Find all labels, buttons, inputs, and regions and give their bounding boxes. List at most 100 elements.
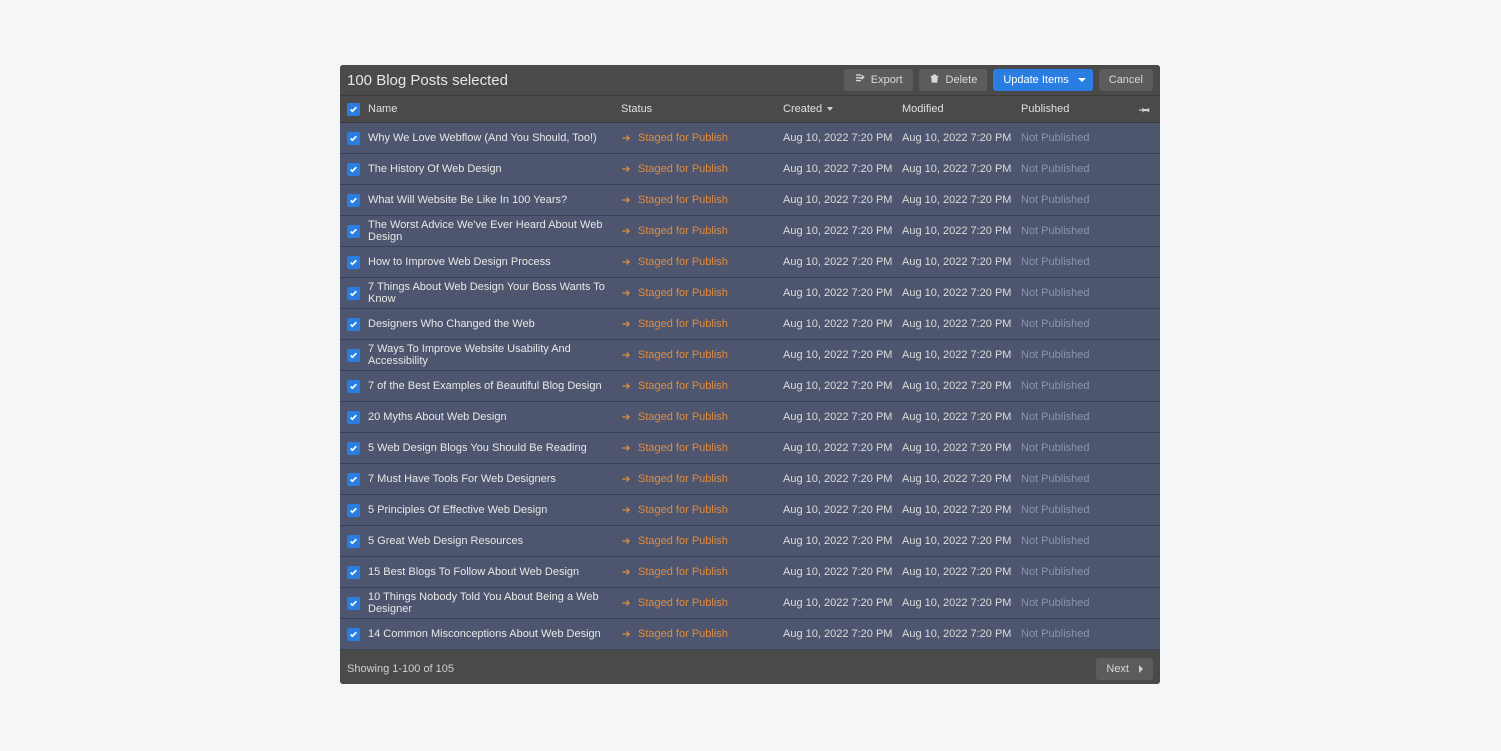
row-checkbox[interactable] (347, 194, 360, 207)
column-header-status[interactable]: Status (621, 103, 783, 115)
row-created: Aug 10, 2022 7:20 PM (783, 256, 902, 268)
table-row[interactable]: 14 Common Misconceptions About Web Desig… (340, 619, 1160, 650)
delete-button[interactable]: Delete (919, 69, 988, 91)
row-status: Staged for Publish (621, 287, 783, 299)
row-modified: Aug 10, 2022 7:20 PM (902, 411, 1021, 423)
row-created: Aug 10, 2022 7:20 PM (783, 132, 902, 144)
column-header-published[interactable]: Published (1021, 103, 1137, 115)
row-published: Not Published (1021, 504, 1137, 516)
column-header-created[interactable]: Created (783, 103, 902, 115)
table-row[interactable]: The History Of Web DesignStaged for Publ… (340, 154, 1160, 185)
row-published: Not Published (1021, 194, 1137, 206)
row-published: Not Published (1021, 256, 1137, 268)
row-published: Not Published (1021, 628, 1137, 640)
toolbar: 100 Blog Posts selected Export Delete Up… (340, 65, 1160, 95)
row-status: Staged for Publish (621, 194, 783, 206)
row-status: Staged for Publish (621, 411, 783, 423)
row-modified: Aug 10, 2022 7:20 PM (902, 318, 1021, 330)
update-items-label: Update Items (1003, 74, 1068, 86)
row-status: Staged for Publish (621, 256, 783, 268)
row-modified: Aug 10, 2022 7:20 PM (902, 597, 1021, 609)
row-status: Staged for Publish (621, 318, 783, 330)
pagination-summary: Showing 1-100 of 105 (347, 663, 454, 675)
update-items-button[interactable]: Update Items (993, 69, 1092, 91)
row-created: Aug 10, 2022 7:20 PM (783, 535, 902, 547)
select-all-checkbox[interactable] (347, 103, 360, 116)
table-row[interactable]: 5 Principles Of Effective Web DesignStag… (340, 495, 1160, 526)
row-name: Designers Who Changed the Web (364, 318, 621, 330)
row-name: 7 of the Best Examples of Beautiful Blog… (364, 380, 621, 392)
row-status: Staged for Publish (621, 225, 783, 237)
column-header-name[interactable]: Name (364, 103, 621, 115)
row-published: Not Published (1021, 380, 1137, 392)
row-created: Aug 10, 2022 7:20 PM (783, 504, 902, 516)
row-created: Aug 10, 2022 7:20 PM (783, 380, 902, 392)
row-name: 7 Ways To Improve Website Usability And … (364, 343, 621, 367)
table-row[interactable]: How to Improve Web Design ProcessStaged … (340, 247, 1160, 278)
trash-icon (929, 73, 940, 87)
row-status: Staged for Publish (621, 163, 783, 175)
table-row[interactable]: Why We Love Webflow (And You Should, Too… (340, 123, 1160, 154)
row-checkbox[interactable] (347, 132, 360, 145)
row-name: 14 Common Misconceptions About Web Desig… (364, 628, 621, 640)
row-checkbox[interactable] (347, 473, 360, 486)
table-row[interactable]: Designers Who Changed the WebStaged for … (340, 309, 1160, 340)
table-row[interactable]: 20 Myths About Web DesignStaged for Publ… (340, 402, 1160, 433)
row-checkbox[interactable] (347, 225, 360, 238)
row-status: Staged for Publish (621, 473, 783, 485)
cancel-button[interactable]: Cancel (1099, 69, 1153, 91)
row-checkbox[interactable] (347, 504, 360, 517)
row-published: Not Published (1021, 287, 1137, 299)
row-checkbox[interactable] (347, 256, 360, 269)
table-row[interactable]: 5 Great Web Design ResourcesStaged for P… (340, 526, 1160, 557)
table-row[interactable]: 10 Things Nobody Told You About Being a … (340, 588, 1160, 619)
row-checkbox[interactable] (347, 380, 360, 393)
row-modified: Aug 10, 2022 7:20 PM (902, 225, 1021, 237)
table-row[interactable]: 7 of the Best Examples of Beautiful Blog… (340, 371, 1160, 402)
export-button[interactable]: Export (844, 69, 913, 91)
row-name: 7 Must Have Tools For Web Designers (364, 473, 621, 485)
row-modified: Aug 10, 2022 7:20 PM (902, 132, 1021, 144)
next-button[interactable]: Next (1096, 658, 1153, 680)
row-checkbox[interactable] (347, 442, 360, 455)
row-status: Staged for Publish (621, 349, 783, 361)
chevron-down-icon (1078, 78, 1086, 82)
row-modified: Aug 10, 2022 7:20 PM (902, 163, 1021, 175)
chevron-right-icon (1139, 665, 1143, 673)
row-created: Aug 10, 2022 7:20 PM (783, 411, 902, 423)
column-header-modified[interactable]: Modified (902, 103, 1021, 115)
table-body[interactable]: Why We Love Webflow (And You Should, Too… (340, 123, 1160, 654)
row-created: Aug 10, 2022 7:20 PM (783, 349, 902, 361)
row-status: Staged for Publish (621, 504, 783, 516)
row-modified: Aug 10, 2022 7:20 PM (902, 349, 1021, 361)
row-name: The History Of Web Design (364, 163, 621, 175)
row-modified: Aug 10, 2022 7:20 PM (902, 628, 1021, 640)
selection-title: 100 Blog Posts selected (347, 72, 838, 89)
table-row[interactable]: 7 Things About Web Design Your Boss Want… (340, 278, 1160, 309)
row-checkbox[interactable] (347, 597, 360, 610)
row-checkbox[interactable] (347, 349, 360, 362)
table-row[interactable]: What Will Website Be Like In 100 Years?S… (340, 185, 1160, 216)
row-published: Not Published (1021, 535, 1137, 547)
row-name: 5 Web Design Blogs You Should Be Reading (364, 442, 621, 454)
pin-column-button[interactable] (1137, 103, 1151, 115)
table-row[interactable]: The Worst Advice We've Ever Heard About … (340, 216, 1160, 247)
table-row[interactable]: 7 Ways To Improve Website Usability And … (340, 340, 1160, 371)
row-created: Aug 10, 2022 7:20 PM (783, 442, 902, 454)
row-checkbox[interactable] (347, 287, 360, 300)
row-published: Not Published (1021, 473, 1137, 485)
row-checkbox[interactable] (347, 411, 360, 424)
row-checkbox[interactable] (347, 318, 360, 331)
table-row[interactable]: 5 Web Design Blogs You Should Be Reading… (340, 433, 1160, 464)
row-checkbox[interactable] (347, 163, 360, 176)
table-row[interactable]: 7 Must Have Tools For Web DesignersStage… (340, 464, 1160, 495)
table-row[interactable]: 15 Best Blogs To Follow About Web Design… (340, 557, 1160, 588)
row-checkbox[interactable] (347, 535, 360, 548)
row-published: Not Published (1021, 597, 1137, 609)
row-modified: Aug 10, 2022 7:20 PM (902, 566, 1021, 578)
row-name: 10 Things Nobody Told You About Being a … (364, 591, 621, 615)
row-status: Staged for Publish (621, 535, 783, 547)
row-checkbox[interactable] (347, 566, 360, 579)
row-checkbox[interactable] (347, 628, 360, 641)
row-published: Not Published (1021, 349, 1137, 361)
